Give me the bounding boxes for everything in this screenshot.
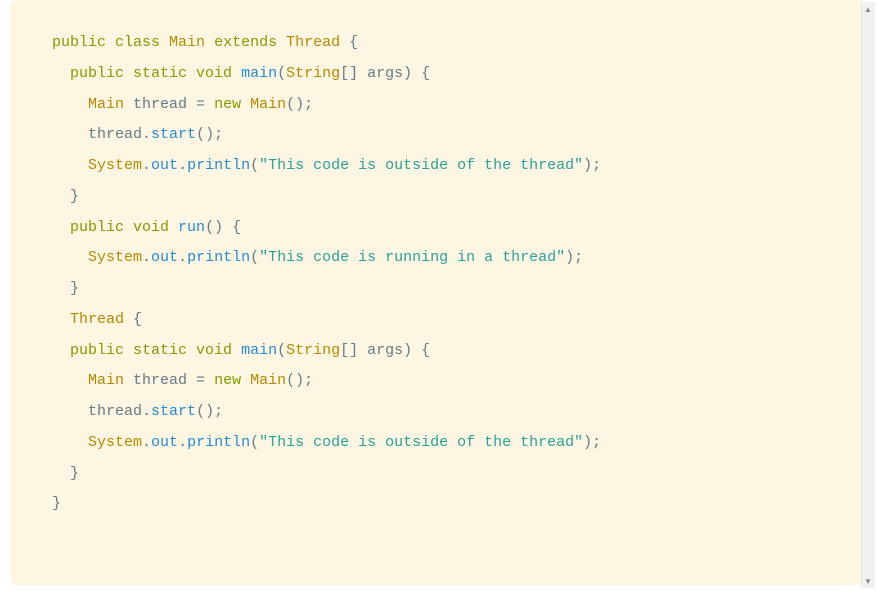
code-line: System.out.println("This code is running… <box>52 243 835 274</box>
code-line: } <box>52 459 835 490</box>
code-token: void <box>196 65 241 82</box>
code-token: ( <box>250 434 259 451</box>
code-token: Main <box>88 96 124 113</box>
code-token: } <box>70 188 79 205</box>
code-token: println <box>187 249 250 266</box>
code-token: Main <box>250 96 286 113</box>
code-line: System.out.println("This code is outside… <box>52 428 835 459</box>
code-token: extends <box>214 34 286 51</box>
code-token: thread <box>124 96 196 113</box>
code-token: "This code is running in a thread" <box>259 249 565 266</box>
code-token: "This code is outside of the thread" <box>259 157 583 174</box>
code-token: () { <box>205 219 241 236</box>
code-token: void <box>196 342 241 359</box>
code-line: Thread { <box>52 305 835 336</box>
code-token: public <box>52 34 115 51</box>
code-token: } <box>52 495 61 512</box>
code-line: } <box>52 274 835 305</box>
code-token: } <box>70 280 79 297</box>
code-token: Thread <box>70 311 124 328</box>
code-token <box>205 34 214 51</box>
code-token: (); <box>196 403 223 420</box>
code-token: Main <box>250 372 286 389</box>
code-token: [] <box>340 342 367 359</box>
code-line: } <box>52 182 835 213</box>
code-line: } <box>52 489 835 520</box>
code-token: . <box>178 434 187 451</box>
code-token: String <box>286 65 340 82</box>
code-token: println <box>187 434 250 451</box>
code-token: ( <box>277 65 286 82</box>
code-token: run <box>178 219 205 236</box>
code-token: } <box>70 465 79 482</box>
code-token: Main <box>169 34 205 51</box>
code-token: String <box>286 342 340 359</box>
code-token: . <box>142 434 151 451</box>
code-token: "This code is outside of the thread" <box>259 434 583 451</box>
code-token: main <box>241 342 277 359</box>
code-line: public class Main extends Thread { <box>52 28 835 59</box>
code-token: { <box>412 342 430 359</box>
code-token: (); <box>286 96 313 113</box>
code-token: out <box>151 249 178 266</box>
code-token: ) <box>403 65 412 82</box>
code-token: ( <box>250 249 259 266</box>
code-line: thread.start(); <box>52 120 835 151</box>
code-token: out <box>151 434 178 451</box>
code-token: (); <box>286 372 313 389</box>
code-token: System <box>88 249 142 266</box>
code-token: public static <box>70 65 196 82</box>
code-token: args <box>367 65 403 82</box>
code-token: ( <box>250 157 259 174</box>
code-token: args <box>367 342 403 359</box>
code-line: thread.start(); <box>52 397 835 428</box>
scroll-arrow-down-icon[interactable]: ▼ <box>861 574 875 588</box>
code-token: public <box>70 219 133 236</box>
code-token: = <box>196 96 214 113</box>
code-token: println <box>187 157 250 174</box>
code-token: start <box>151 126 196 143</box>
code-token: thread <box>124 372 196 389</box>
code-token: = <box>196 372 214 389</box>
code-line: public static void main(String[] args) { <box>52 336 835 367</box>
code-token: Thread <box>286 34 340 51</box>
scrollbar-track[interactable]: ▲ ▼ <box>861 2 875 588</box>
code-token: new <box>214 96 250 113</box>
code-token: class <box>115 34 169 51</box>
code-token: ); <box>565 249 583 266</box>
code-token: (); <box>196 126 223 143</box>
code-line: public static void main(String[] args) { <box>52 59 835 90</box>
scroll-arrow-up-icon[interactable]: ▲ <box>861 2 875 16</box>
code-token: void <box>133 219 178 236</box>
code-token: . <box>142 249 151 266</box>
code-token: . <box>142 157 151 174</box>
code-token: thread <box>88 403 142 420</box>
code-token: . <box>178 249 187 266</box>
code-token: { <box>124 311 142 328</box>
code-token: ) <box>403 342 412 359</box>
code-token: { <box>340 34 358 51</box>
code-token: thread <box>88 126 142 143</box>
code-line: Main thread = new Main(); <box>52 366 835 397</box>
code-token: out <box>151 157 178 174</box>
code-line: Main thread = new Main(); <box>52 90 835 121</box>
code-token: . <box>178 157 187 174</box>
code-token: . <box>142 126 151 143</box>
code-token: System <box>88 434 142 451</box>
code-token: ); <box>583 157 601 174</box>
code-token: main <box>241 65 277 82</box>
code-token: . <box>142 403 151 420</box>
code-token: public static <box>70 342 196 359</box>
code-line: public void run() { <box>52 213 835 244</box>
code-token: ); <box>583 434 601 451</box>
code-token: System <box>88 157 142 174</box>
code-token: [] <box>340 65 367 82</box>
code-token: ( <box>277 342 286 359</box>
code-token: start <box>151 403 196 420</box>
code-line: System.out.println("This code is outside… <box>52 151 835 182</box>
code-token: Main <box>88 372 124 389</box>
code-block[interactable]: public class Main extends Thread { publi… <box>10 0 867 585</box>
code-token: { <box>412 65 430 82</box>
code-token: new <box>214 372 250 389</box>
